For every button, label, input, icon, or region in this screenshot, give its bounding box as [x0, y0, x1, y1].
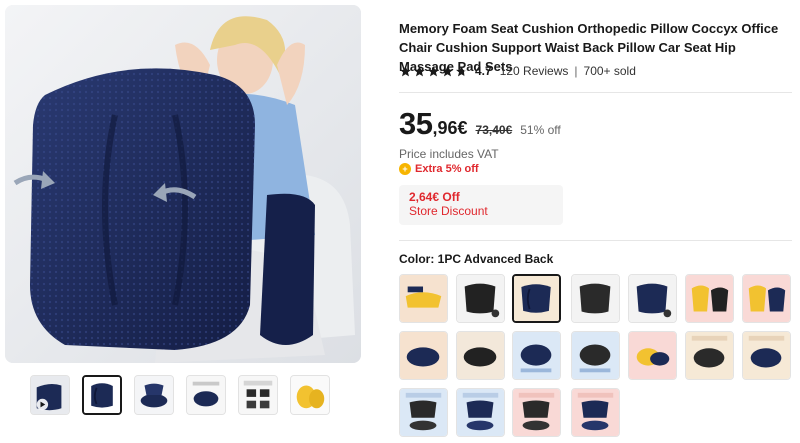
vat-note: Price includes VAT [399, 147, 499, 161]
extra-discount-text: Extra 5% off [415, 163, 479, 175]
color-swatch[interactable] [399, 274, 448, 323]
color-swatch[interactable] [399, 331, 448, 380]
color-swatch[interactable] [456, 388, 505, 437]
store-discount-label: Store Discount [409, 204, 488, 218]
product-main-image[interactable] [5, 5, 361, 363]
divider [399, 240, 792, 241]
price-decimal: ,96€ [432, 118, 468, 138]
rating-row[interactable]: 4.7 120 Reviews | 700+ sold [399, 64, 636, 78]
star-icon [442, 65, 453, 76]
thumbnail-6[interactable] [290, 375, 330, 415]
color-swatch-selected[interactable] [512, 274, 561, 323]
rating-score: 4.7 [475, 64, 492, 78]
coin-icon: + [399, 163, 411, 175]
color-swatch[interactable] [571, 388, 620, 437]
thumbnail-strip [30, 375, 330, 415]
thumbnail-video[interactable] [30, 375, 70, 415]
price-integer: 35 [399, 106, 433, 141]
color-swatch[interactable] [571, 274, 620, 323]
original-price: 73,40€ [475, 123, 513, 137]
discount-percent: 51% off [520, 123, 561, 137]
thumbnail-3[interactable] [134, 375, 174, 415]
color-swatch[interactable] [512, 388, 561, 437]
star-icon [400, 65, 411, 76]
reviews-link[interactable]: 120 Reviews [500, 64, 569, 78]
color-swatch[interactable] [628, 331, 677, 380]
sold-count: 700+ sold [583, 64, 636, 78]
color-swatch[interactable] [456, 331, 505, 380]
thumbnail-5[interactable] [238, 375, 278, 415]
color-swatch[interactable] [685, 274, 734, 323]
extra-discount: + Extra 5% off [399, 163, 479, 175]
color-swatch[interactable] [571, 331, 620, 380]
star-icon [428, 65, 439, 76]
star-icon [414, 65, 425, 76]
half-star-icon [456, 65, 467, 76]
color-swatch[interactable] [456, 274, 505, 323]
thumbnail-4[interactable] [186, 375, 226, 415]
thumbnail-2[interactable] [82, 375, 122, 415]
separator: | [574, 64, 578, 78]
color-swatch[interactable] [742, 331, 791, 380]
color-label: Color: 1PC Advanced Back [399, 252, 554, 266]
divider [399, 92, 792, 93]
color-swatch[interactable] [742, 274, 791, 323]
store-discount-box[interactable]: 2,64€ Off Store Discount [399, 185, 563, 225]
price-row: 35 ,96€ 73,40€ 51% off [399, 106, 561, 142]
color-swatch[interactable] [685, 331, 734, 380]
color-swatch[interactable] [628, 274, 677, 323]
store-discount-amount: 2,64€ Off [409, 190, 460, 204]
color-swatch[interactable] [512, 331, 561, 380]
color-swatch[interactable] [399, 388, 448, 437]
star-rating [399, 65, 468, 78]
